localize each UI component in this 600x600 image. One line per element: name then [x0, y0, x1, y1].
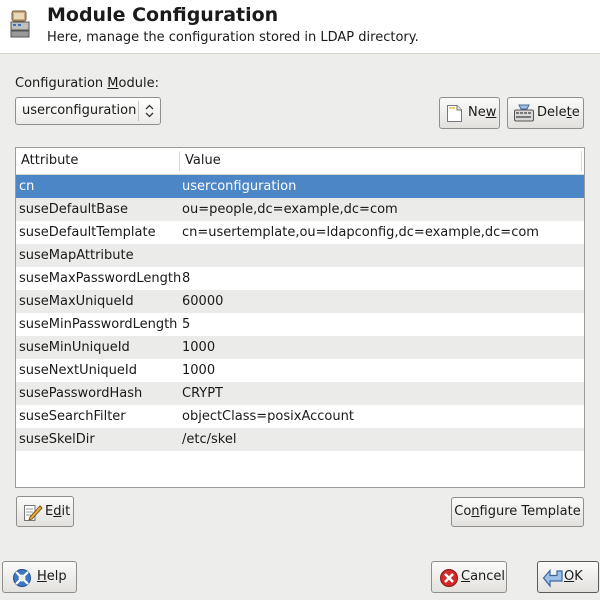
table-row[interactable]: suseNextUniqueId 1000	[16, 359, 584, 382]
column-header-value[interactable]: Value	[185, 153, 221, 168]
table-row[interactable]: suseSkelDir /etc/skel	[16, 428, 584, 451]
combo-arrows-icon	[138, 101, 160, 121]
edit-button-label: Edit	[45, 504, 71, 519]
configuration-module-combo[interactable]: userconfiguration	[15, 97, 161, 125]
table-row[interactable]: suseMaxPasswordLength 8	[16, 267, 584, 290]
configuration-module-label: Configuration Module:	[15, 76, 159, 91]
attribute-cell: suseMapAttribute	[19, 248, 134, 263]
configuration-module-value: userconfiguration	[22, 103, 137, 118]
value-cell: 60000	[182, 294, 224, 309]
help-button-label: Help	[37, 569, 67, 584]
value-cell: ou=people,dc=example,dc=com	[182, 202, 398, 217]
attribute-cell: suseDefaultBase	[19, 202, 128, 217]
new-button[interactable]: New	[439, 97, 500, 129]
value-cell: cn=usertemplate,ou=ldapconfig,dc=example…	[182, 225, 539, 240]
dialog-subtitle: Here, manage the configuration stored in…	[47, 30, 419, 45]
table-row[interactable]: suseMapAttribute	[16, 244, 584, 267]
value-cell: /etc/skel	[182, 432, 237, 447]
cancel-button-label: Cancel	[461, 569, 506, 584]
ok-button[interactable]: OK	[537, 561, 599, 593]
cancel-icon	[439, 568, 459, 592]
configure-template-label: Configure Template	[454, 504, 581, 519]
attribute-cell: suseSkelDir	[19, 432, 95, 447]
table-row[interactable]: suseMaxUniqueId 60000	[16, 290, 584, 313]
attribute-cell: suseMinPasswordLength	[19, 317, 178, 332]
attribute-cell: suseSearchFilter	[19, 409, 126, 424]
column-divider	[179, 151, 180, 171]
column-divider	[581, 151, 582, 171]
cancel-button[interactable]: Cancel	[431, 561, 507, 593]
table-row[interactable]: susePasswordHash CRYPT	[16, 382, 584, 405]
new-button-label: New	[468, 105, 497, 120]
attribute-cell: suseMaxUniqueId	[19, 294, 134, 309]
ok-button-label: OK	[564, 569, 583, 584]
ok-arrow-icon	[542, 568, 564, 592]
dialog-title: Module Configuration	[47, 4, 279, 26]
attribute-cell: suseNextUniqueId	[19, 363, 138, 378]
attribute-cell: susePasswordHash	[19, 386, 143, 401]
value-cell: objectClass=posixAccount	[182, 409, 354, 424]
new-document-icon	[446, 104, 463, 127]
value-cell: 1000	[182, 340, 216, 355]
delete-keyboard-icon	[513, 104, 535, 127]
value-cell: 8	[182, 271, 191, 286]
help-icon	[12, 568, 32, 592]
table-header: Attribute Value	[16, 148, 584, 175]
table-row[interactable]: suseDefaultTemplate cn=usertemplate,ou=l…	[16, 221, 584, 244]
table-row[interactable]: suseMinPasswordLength 5	[16, 313, 584, 336]
ldap-module-icon	[9, 10, 31, 38]
dialog-header: Module Configuration Here, manage the co…	[0, 0, 600, 54]
attribute-cell: cn	[19, 179, 35, 194]
help-button[interactable]: Help	[2, 561, 77, 593]
table-row[interactable]: suseDefaultBase ou=people,dc=example,dc=…	[16, 198, 584, 221]
attributes-table[interactable]: Attribute Value cn userconfiguration sus…	[15, 147, 585, 488]
table-row[interactable]: suseMinUniqueId 1000	[16, 336, 584, 359]
table-row[interactable]: suseSearchFilter objectClass=posixAccoun…	[16, 405, 584, 428]
delete-button-label: Delete	[537, 105, 580, 120]
edit-button[interactable]: Edit	[16, 496, 74, 527]
table-row[interactable]: cn userconfiguration	[16, 175, 584, 198]
delete-button[interactable]: Delete	[507, 97, 584, 129]
edit-pencil-icon	[23, 502, 43, 526]
column-header-attribute[interactable]: Attribute	[21, 153, 78, 168]
value-cell: 1000	[182, 363, 216, 378]
attribute-cell: suseMinUniqueId	[19, 340, 130, 355]
value-cell: userconfiguration	[182, 179, 297, 194]
attribute-cell: suseMaxPasswordLength	[19, 271, 182, 286]
configure-template-button[interactable]: Configure Template	[451, 497, 584, 527]
value-cell: CRYPT	[182, 386, 223, 401]
attribute-cell: suseDefaultTemplate	[19, 225, 156, 240]
value-cell: 5	[182, 317, 191, 332]
